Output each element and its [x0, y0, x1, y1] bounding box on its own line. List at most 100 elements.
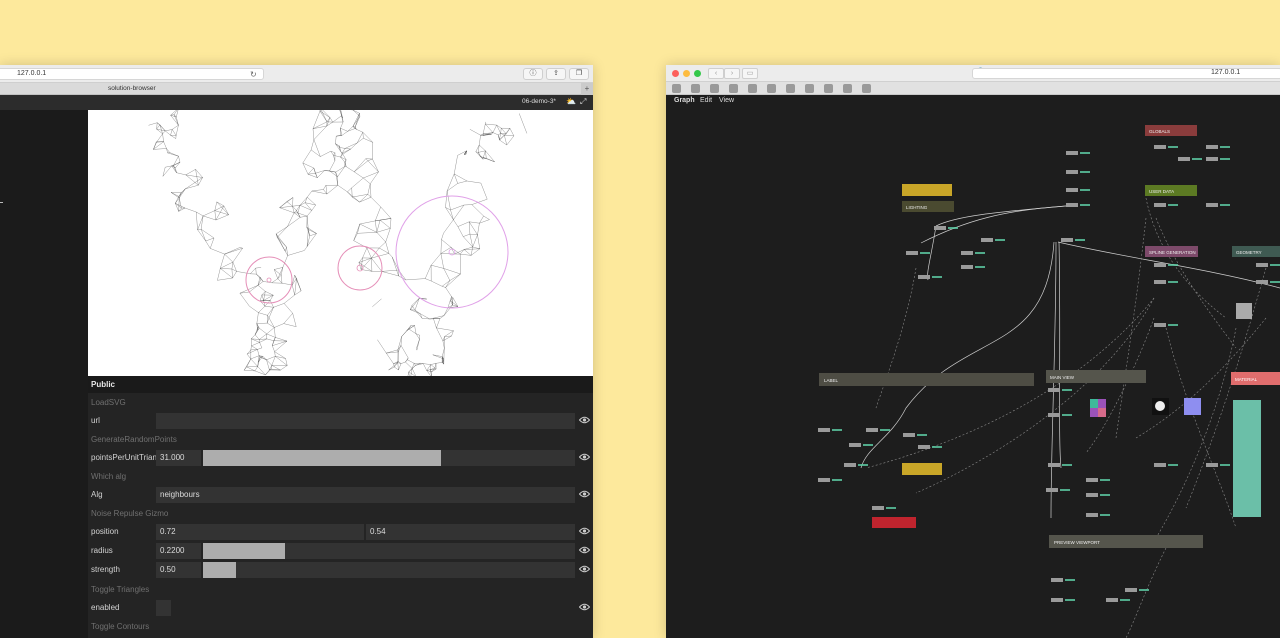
operator-node[interactable]	[1051, 598, 1063, 602]
operator-node[interactable]	[872, 506, 884, 510]
operator-node[interactable]	[1154, 145, 1166, 149]
back-button[interactable]: ‹	[708, 68, 724, 79]
favorite-icon[interactable]	[805, 84, 814, 93]
favorite-icon[interactable]	[786, 84, 795, 93]
radius-slider[interactable]	[203, 543, 575, 559]
radius-number-input[interactable]: 0.2200	[156, 543, 201, 559]
address-bar[interactable]: 127.0.0.1	[972, 68, 1280, 79]
operator-node[interactable]	[818, 428, 830, 432]
favorite-icon[interactable]	[824, 84, 833, 93]
address-bar[interactable]: 127.0.0.1 ↻	[0, 68, 264, 80]
menu-graph[interactable]: Graph	[674, 97, 695, 104]
menu-edit[interactable]: Edit	[700, 97, 712, 104]
operator-node[interactable]	[1154, 263, 1166, 267]
eye-icon[interactable]	[579, 453, 590, 461]
operator-node[interactable]	[981, 238, 993, 242]
operator-node[interactable]	[1206, 157, 1218, 161]
info-button[interactable]: ⓘ	[523, 68, 543, 80]
share-button[interactable]: ⇪	[546, 68, 566, 80]
operator-node[interactable]	[1048, 463, 1060, 467]
eye-icon[interactable]	[579, 565, 590, 573]
operator-node[interactable]	[1154, 203, 1166, 207]
strength-slider[interactable]	[203, 562, 575, 578]
comment-node[interactable]	[902, 463, 942, 475]
operator-node[interactable]	[1206, 463, 1218, 467]
menu-view[interactable]: View	[719, 97, 734, 104]
position-x-input[interactable]: 0.72	[156, 524, 364, 540]
operator-node[interactable]	[918, 445, 930, 449]
operator-node[interactable]	[1256, 263, 1268, 267]
operator-node[interactable]	[1125, 588, 1137, 592]
favorite-icon[interactable]	[691, 84, 700, 93]
operator-node[interactable]	[1086, 493, 1098, 497]
operator-node[interactable]	[906, 251, 918, 255]
operator-node[interactable]	[1086, 513, 1098, 517]
noise-gizmo[interactable]	[245, 195, 509, 309]
node-graph[interactable]: GLOBALS USER DATA LIGHTING SPLINE GENERA…	[666, 108, 1280, 638]
operator-node[interactable]	[1154, 463, 1166, 467]
operator-node[interactable]	[1051, 578, 1063, 582]
operator-node[interactable]	[1046, 488, 1058, 492]
strength-number-input[interactable]: 0.50	[156, 562, 201, 578]
favorite-icon[interactable]	[767, 84, 776, 93]
favorite-icon[interactable]	[862, 84, 871, 93]
group-label-node[interactable]	[819, 373, 1034, 386]
operator-node[interactable]	[1066, 203, 1078, 207]
favorite-icon[interactable]	[748, 84, 757, 93]
node-graph-canvas[interactable]: GLOBALS USER DATA LIGHTING SPLINE GENERA…	[666, 108, 1280, 638]
enabled-checkbox[interactable]	[156, 600, 171, 616]
color-preview-node[interactable]	[1184, 398, 1201, 415]
tab-title[interactable]: solution-browser	[108, 85, 156, 92]
operator-node[interactable]	[849, 443, 861, 447]
url-input[interactable]	[156, 413, 575, 429]
operator-node[interactable]	[903, 433, 915, 437]
operator-node[interactable]	[1048, 413, 1060, 417]
sidebar-button[interactable]: ▭	[742, 68, 758, 79]
fullscreen-icon[interactable]: ⤢	[580, 97, 586, 107]
operator-node[interactable]	[1061, 238, 1073, 242]
operator-node[interactable]	[1066, 170, 1078, 174]
favorite-icon[interactable]	[843, 84, 852, 93]
render-canvas[interactable]	[88, 110, 593, 376]
eye-icon[interactable]	[579, 603, 590, 611]
operator-node[interactable]	[1066, 188, 1078, 192]
image-preview-node[interactable]	[1236, 303, 1252, 319]
eye-icon[interactable]	[579, 546, 590, 554]
favorite-icon[interactable]	[710, 84, 719, 93]
favorite-icon[interactable]	[729, 84, 738, 93]
operator-node[interactable]	[1154, 323, 1166, 327]
points-number-input[interactable]: 31.000	[156, 450, 201, 466]
material-preview-node[interactable]	[1233, 400, 1261, 517]
operator-node[interactable]	[1178, 157, 1190, 161]
operator-node[interactable]	[934, 226, 946, 230]
minimize-icon[interactable]	[683, 70, 690, 77]
operator-node[interactable]	[1048, 388, 1060, 392]
operator-node[interactable]	[961, 265, 973, 269]
operator-node[interactable]	[1256, 280, 1268, 284]
close-icon[interactable]	[672, 70, 679, 77]
eye-icon[interactable]	[579, 527, 590, 535]
favorite-icon[interactable]	[672, 84, 681, 93]
operator-node[interactable]	[818, 478, 830, 482]
cloud-icon[interactable]: ⛅	[566, 97, 576, 106]
operator-node[interactable]	[1066, 151, 1078, 155]
operator-node[interactable]	[844, 463, 856, 467]
points-slider[interactable]	[203, 450, 575, 466]
forward-button[interactable]: ›	[724, 68, 740, 79]
operator-node[interactable]	[1154, 280, 1166, 284]
operator-node[interactable]	[1206, 203, 1218, 207]
comment-node[interactable]	[902, 184, 952, 196]
operator-node[interactable]	[1086, 478, 1098, 482]
tabs-button[interactable]: ❐	[569, 68, 589, 80]
alg-select[interactable]: neighbours	[156, 487, 575, 503]
operator-node[interactable]	[918, 275, 930, 279]
zoom-icon[interactable]	[694, 70, 701, 77]
reload-icon[interactable]: ↻	[250, 70, 257, 79]
error-node[interactable]	[872, 517, 916, 528]
operator-node[interactable]	[1106, 598, 1118, 602]
operator-node[interactable]	[1206, 145, 1218, 149]
operator-node[interactable]	[961, 251, 973, 255]
eye-icon[interactable]	[579, 490, 590, 498]
eye-icon[interactable]	[579, 416, 590, 424]
new-tab-button[interactable]: +	[581, 83, 593, 95]
